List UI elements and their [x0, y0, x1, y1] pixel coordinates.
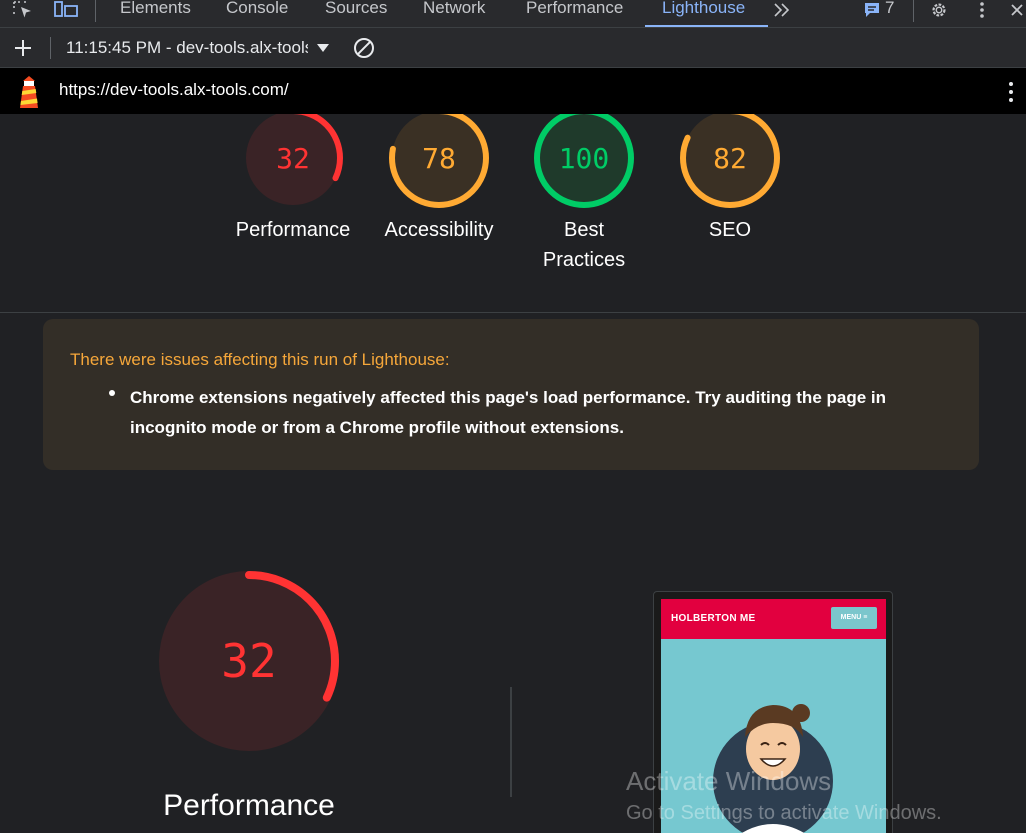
report-url[interactable]: https://dev-tools.alx-tools.com/: [59, 80, 289, 100]
svg-text:78: 78: [422, 142, 456, 175]
watermark-title: Activate Windows: [626, 766, 832, 796]
clear-reports-icon[interactable]: [352, 38, 376, 58]
svg-text:100: 100: [559, 142, 610, 175]
gauge-label: Accessibility: [384, 219, 494, 241]
thumb-menu-button: MENU ≡: [831, 607, 877, 629]
gauge-ring-best-practices: 100: [534, 114, 634, 208]
devtools-tabbar: Elements Console Sources Network Perform…: [0, 0, 1026, 28]
report-selector[interactable]: 11:15:45 PM - dev-tools.alx-tools.com: [66, 38, 308, 58]
svg-text:82: 82: [713, 142, 747, 175]
new-report-plus-icon[interactable]: [12, 38, 34, 58]
tabbar-separator: [95, 0, 96, 22]
section-divider: [0, 312, 1026, 313]
report-content: 32 Performance 78 Accessibility 100 Best…: [0, 114, 1026, 833]
more-options-icon[interactable]: [972, 0, 992, 20]
tab-elements[interactable]: Elements: [120, 0, 191, 22]
gauge-ring-performance: 32: [243, 114, 343, 208]
main-performance-gauge[interactable]: 32: [149, 564, 349, 764]
score-gauge-performance[interactable]: 32 Performance: [223, 114, 363, 245]
issues-icon[interactable]: [862, 0, 882, 20]
thumb-brand: HOLBERTON ME: [671, 613, 756, 624]
run-warnings-box: There were issues affecting this run of …: [43, 319, 979, 470]
svg-text:32: 32: [276, 142, 310, 175]
thumb-site-header: HOLBERTON ME MENU ≡: [661, 599, 886, 639]
close-devtools-icon[interactable]: [1008, 0, 1026, 20]
warning-title: There were issues affecting this run of …: [70, 350, 450, 369]
tab-sources[interactable]: Sources: [325, 0, 387, 22]
lighthouse-toolbar: 11:15:45 PM - dev-tools.alx-tools.com: [0, 28, 1026, 68]
gauge-ring-accessibility: 78: [389, 114, 489, 208]
watermark-subtitle: Go to Settings to activate Windows.: [626, 802, 942, 824]
score-gauge-accessibility[interactable]: 78 Accessibility: [369, 114, 509, 245]
score-gauge-best-practices[interactable]: 100 Best Practices: [514, 114, 654, 275]
toolbar-separator: [50, 37, 51, 59]
report-menu-icon[interactable]: [1004, 80, 1018, 104]
settings-gear-icon[interactable]: [927, 0, 951, 20]
svg-text:32: 32: [221, 634, 276, 688]
devtools-window: Elements Console Sources Network Perform…: [0, 0, 1026, 833]
warning-item: Chrome extensions negatively affected th…: [130, 388, 887, 437]
tab-console[interactable]: Console: [226, 0, 288, 22]
tab-network[interactable]: Network: [423, 0, 485, 22]
gauge-label: Best Practices: [542, 219, 626, 271]
vertical-separator: [510, 687, 512, 797]
active-tab-indicator: [645, 25, 768, 27]
inspect-element-icon[interactable]: [10, 0, 36, 20]
tabbar-separator-right: [913, 0, 914, 22]
score-gauge-seo[interactable]: 82 SEO: [660, 114, 800, 245]
report-url-bar: https://dev-tools.alx-tools.com/: [0, 68, 1026, 114]
gauge-label: Performance: [235, 219, 351, 241]
more-tabs-icon[interactable]: [772, 0, 792, 20]
tab-lighthouse[interactable]: Lighthouse: [662, 0, 745, 22]
tab-performance[interactable]: Performance: [526, 0, 623, 22]
windows-activation-watermark: Activate Windows Go to Settings to activ…: [626, 766, 942, 828]
gauge-label: SEO: [708, 219, 752, 241]
device-toolbar-icon[interactable]: [52, 0, 80, 20]
gauge-ring-seo: 82: [680, 114, 780, 208]
dropdown-arrow-icon[interactable]: [316, 38, 330, 58]
issues-count[interactable]: 7: [885, 0, 894, 20]
lighthouse-logo-icon: [16, 74, 42, 110]
warning-bullet: [109, 390, 115, 396]
main-gauge-label: Performance: [163, 789, 335, 822]
